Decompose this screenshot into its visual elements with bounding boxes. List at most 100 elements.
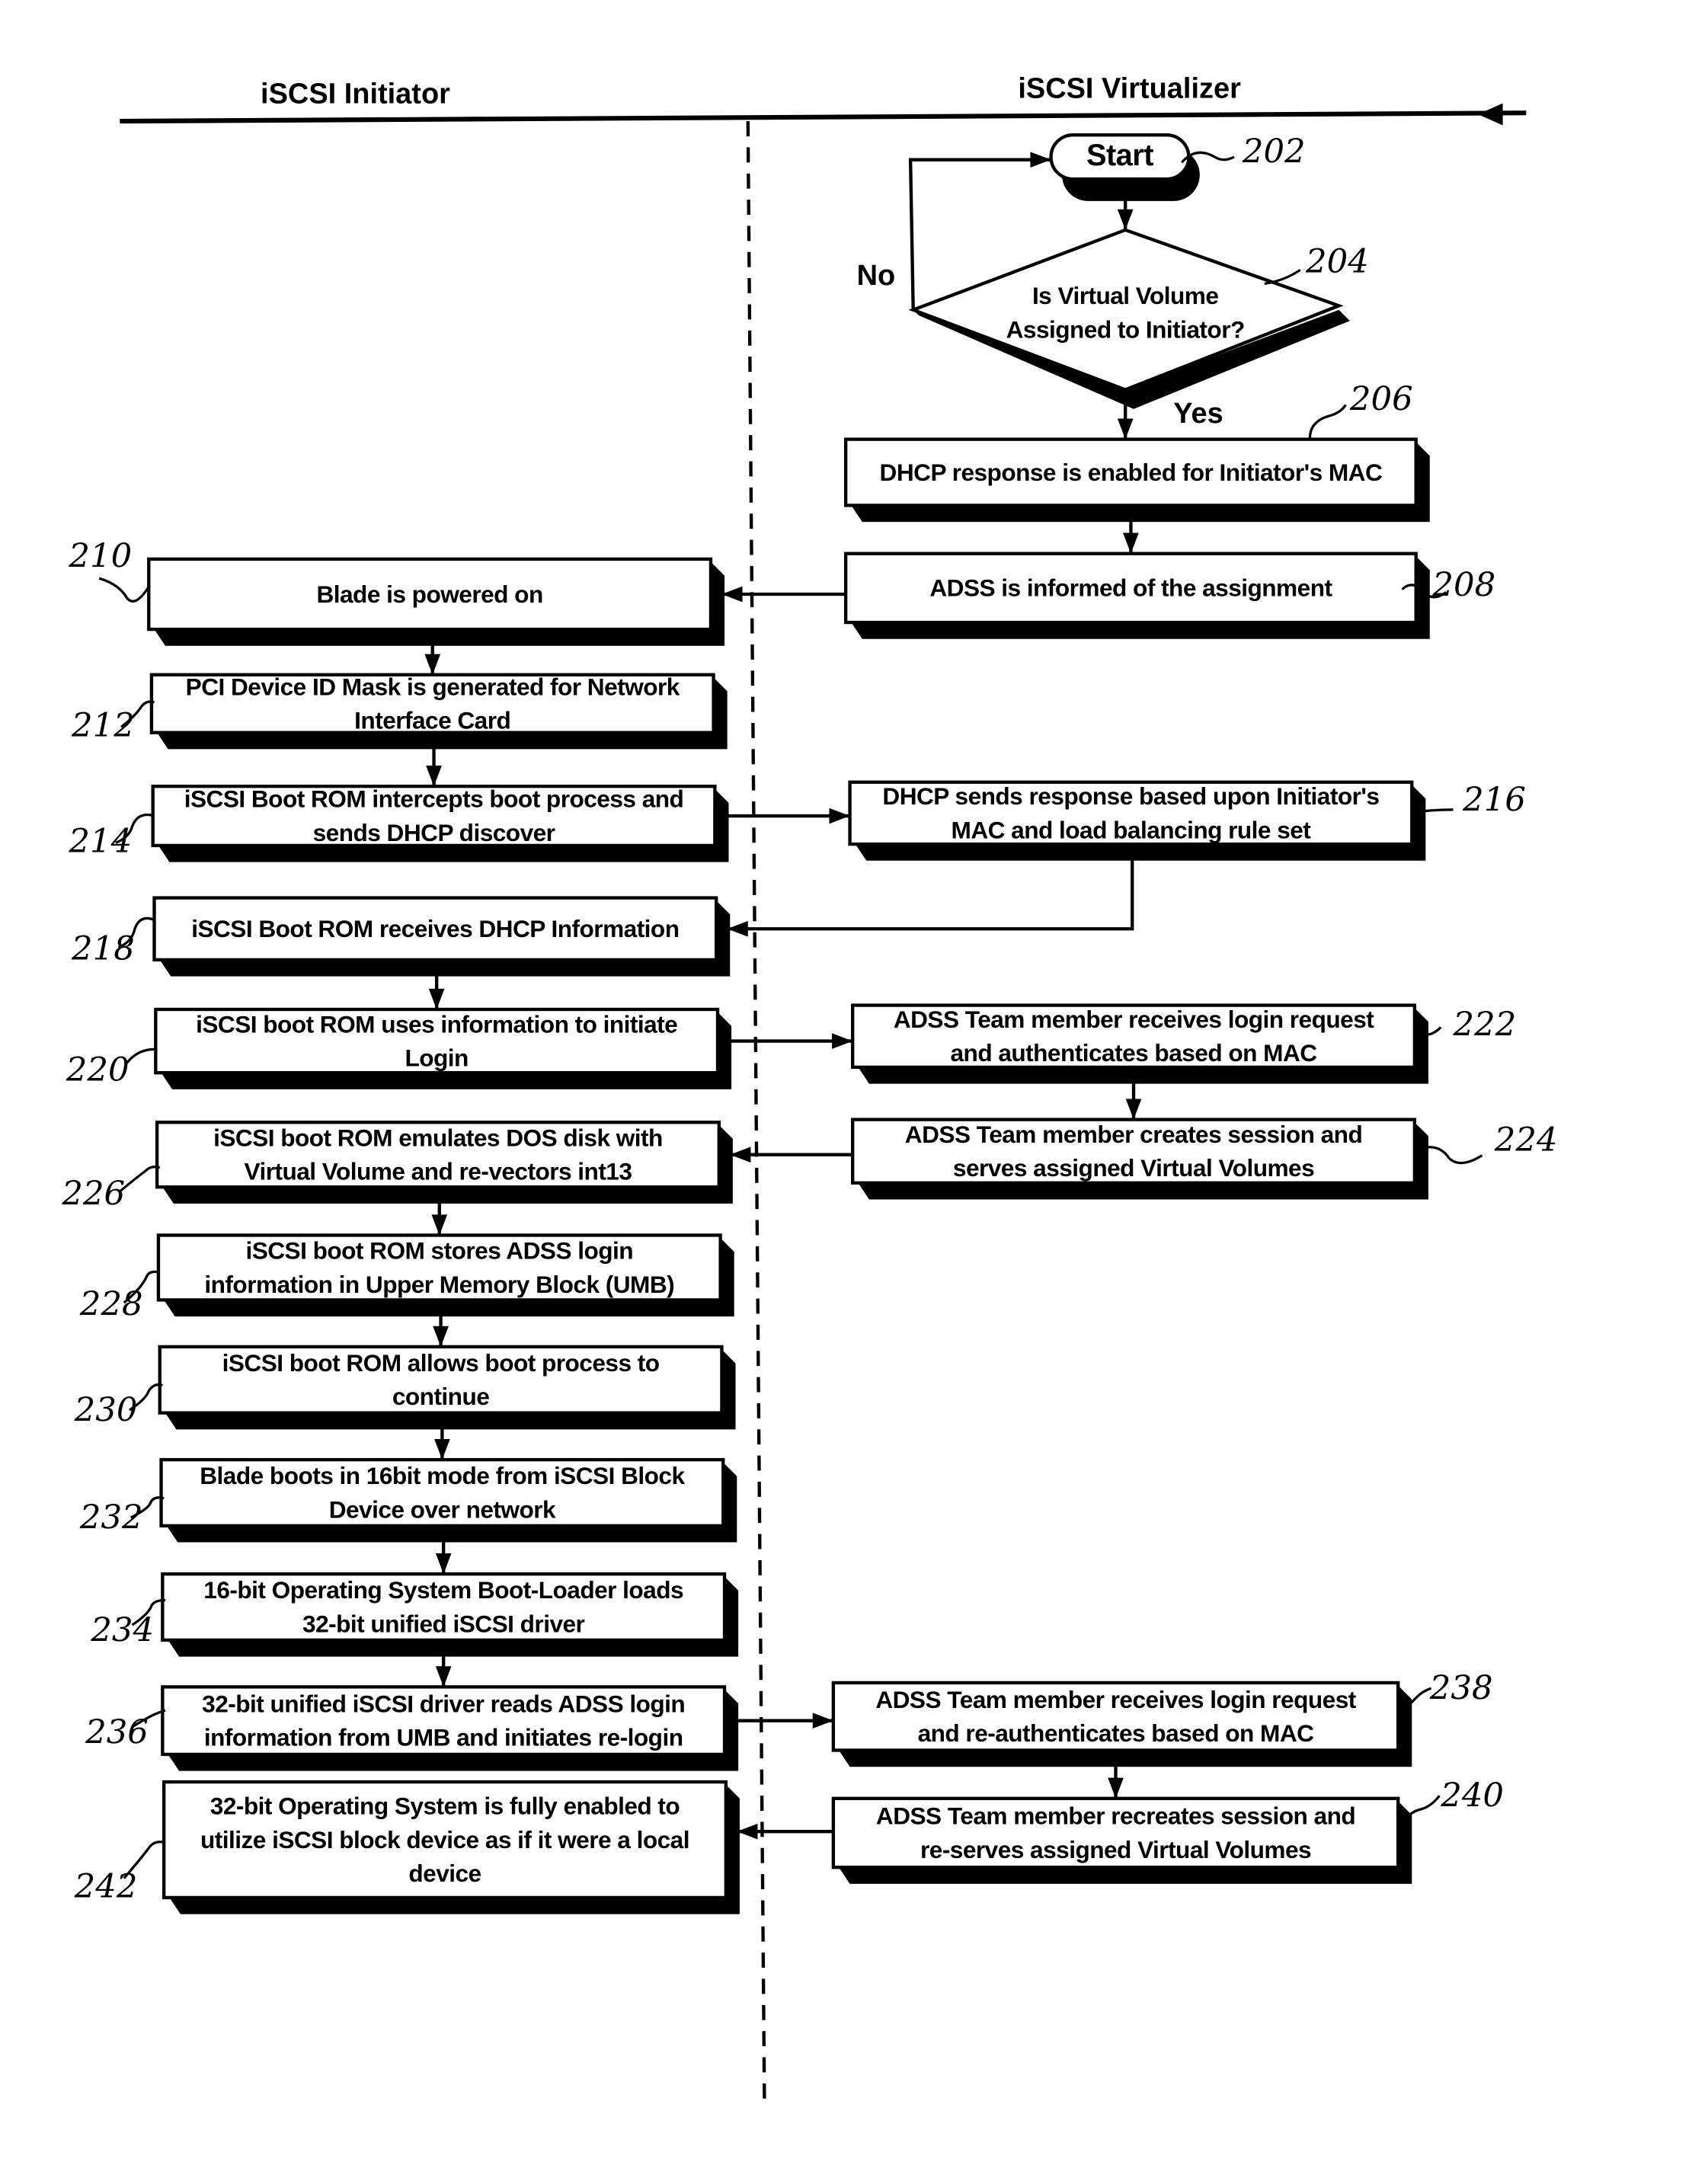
reference-leader-line bbox=[126, 1047, 155, 1064]
arrowhead bbox=[829, 808, 850, 824]
connector-216-to-218 bbox=[727, 858, 1134, 931]
flow-step-212: PCI Device ID Mask is generated for Netw… bbox=[71, 673, 728, 750]
step-216-text-line: MAC and load balancing rule set bbox=[952, 816, 1312, 843]
step-204-text-line: Is Virtual Volume bbox=[1032, 282, 1218, 309]
step-234-text-line: 16-bit Operating System Boot-Loader load… bbox=[203, 1576, 683, 1604]
step-224-text-line: serves assigned Virtual Volumes bbox=[953, 1154, 1314, 1182]
arrowhead bbox=[433, 1326, 449, 1347]
step-226-text-line: Virtual Volume and re-vectors int13 bbox=[245, 1158, 632, 1185]
flow-step-226: iSCSI boot ROM emulates DOS disk with Vir… bbox=[61, 1121, 733, 1214]
step-236-text-line: 32-bit unified iSCSI driver reads ADSS l… bbox=[202, 1690, 685, 1717]
flow-step-228: iSCSI boot ROM stores ADSS login informat… bbox=[79, 1233, 734, 1323]
arrowhead bbox=[1108, 1777, 1124, 1799]
step-234-text-line: 32-bit unified iSCSI driver bbox=[302, 1610, 584, 1638]
step-222-text-line: and authenticates based on MAC bbox=[950, 1039, 1316, 1067]
flow-step-240: ADSS Team member recreates session and re… bbox=[831, 1777, 1504, 1884]
arrowhead bbox=[426, 766, 442, 787]
reference-numeral-234: 234 bbox=[90, 1612, 154, 1650]
flow-step-210: Blade is powered on 210 bbox=[68, 538, 725, 646]
flow-step-222: ADSS Team member receives login request a… bbox=[851, 1003, 1517, 1084]
arrowhead bbox=[424, 654, 441, 675]
step-218-text-line: iSCSI Boot ROM receives DHCP Information bbox=[191, 915, 679, 942]
arrowhead bbox=[1125, 1099, 1142, 1120]
step-230-text-line: iSCSI boot ROM allows boot process to bbox=[222, 1349, 660, 1377]
step-236-text-line: information from UMB and initiates re-lo… bbox=[204, 1724, 683, 1751]
reference-leader-line bbox=[1308, 404, 1347, 438]
step-232-text-line: Blade boots in 16bit mode from iSCSI Blo… bbox=[200, 1462, 685, 1489]
arrowhead bbox=[737, 1823, 758, 1840]
step-212-text-line: Interface Card bbox=[354, 707, 510, 734]
step-230-text-line: continue bbox=[392, 1383, 489, 1410]
reference-numeral-240: 240 bbox=[1440, 1777, 1504, 1815]
flow-step-242: 32-bit Operating System is fully enabled… bbox=[74, 1780, 740, 1914]
lane-header-arrowhead bbox=[1478, 103, 1503, 126]
reference-numeral-204: 204 bbox=[1305, 243, 1369, 281]
arrowhead bbox=[434, 1438, 450, 1460]
step-238-text-line: ADSS Team member receives login request bbox=[875, 1686, 1356, 1713]
arrowhead bbox=[435, 1666, 452, 1687]
step-212-text-line: PCI Device ID Mask is generated for Netw… bbox=[186, 673, 680, 700]
reference-numeral-238: 238 bbox=[1429, 1670, 1493, 1708]
flow-step-214: iSCSI Boot ROM intercepts boot process a… bbox=[68, 784, 729, 862]
reference-numeral-210: 210 bbox=[68, 538, 132, 576]
step-242-text-line: device bbox=[408, 1860, 481, 1887]
step-224-text-line: ADSS Team member creates session and bbox=[905, 1121, 1362, 1148]
reference-numeral-232: 232 bbox=[79, 1498, 143, 1537]
step-240-text-line: ADSS Team member recreates session and bbox=[876, 1802, 1355, 1830]
step-228-text-line: information in Upper Memory Block (UMB) bbox=[204, 1271, 674, 1298]
reference-numeral-226: 226 bbox=[61, 1175, 125, 1214]
step-204-text-line: Assigned to Initiator? bbox=[1006, 315, 1245, 343]
arrowhead bbox=[431, 1214, 448, 1236]
flow-step-202: Start 202 bbox=[1049, 133, 1306, 201]
reference-numeral-228: 228 bbox=[79, 1285, 143, 1323]
lane-title-initiator: iSCSI Initiator bbox=[261, 78, 450, 110]
reference-leader-line bbox=[1264, 268, 1301, 285]
reference-numeral-212: 212 bbox=[71, 707, 135, 745]
reference-numeral-216: 216 bbox=[1462, 782, 1526, 820]
reference-numeral-230: 230 bbox=[74, 1391, 138, 1429]
arrowhead bbox=[812, 1713, 833, 1729]
step-214-text-line: sends DHCP discover bbox=[313, 819, 555, 846]
swimlane-divider bbox=[746, 121, 766, 2107]
flow-step-232: Blade boots in 16bit mode from iSCSI Blo… bbox=[79, 1457, 737, 1543]
flow-step-220: iSCSI boot ROM uses information to initi… bbox=[66, 1007, 732, 1089]
decision-yes-label: Yes bbox=[1173, 398, 1223, 430]
flow-step-236: 32-bit unified iSCSI driver reads ADSS l… bbox=[85, 1685, 739, 1771]
step-242-text-line: utilize iSCSI block device as if it were… bbox=[200, 1826, 689, 1853]
flow-step-204: Is Virtual Volume Assigned to Initiator? 2… bbox=[908, 228, 1369, 409]
arrowhead bbox=[1030, 152, 1051, 168]
reference-numeral-208: 208 bbox=[1431, 567, 1495, 605]
step-220-text-line: Login bbox=[405, 1044, 468, 1072]
flowchart-diagram: iSCSI Initiator iSCSI Virtualizer No Yes… bbox=[61, 72, 1558, 2107]
reference-numeral-222: 222 bbox=[1453, 1006, 1517, 1044]
reference-numeral-242: 242 bbox=[74, 1868, 138, 1906]
arrowhead bbox=[1117, 209, 1134, 230]
step-206-text-line: DHCP response is enabled for Initiator's… bbox=[880, 459, 1383, 486]
node-layer: Start 202 Is Virtual Volume Assigned to Ini… bbox=[61, 133, 1558, 1914]
arrowhead bbox=[435, 1553, 452, 1575]
arrowhead bbox=[1117, 418, 1134, 440]
flow-step-224: ADSS Team member creates session and serv… bbox=[851, 1118, 1558, 1200]
step-208-text-line: ADSS is informed of the assignment bbox=[929, 574, 1332, 602]
arrowhead bbox=[1123, 533, 1139, 554]
step-220-text-line: iSCSI boot ROM uses information to initi… bbox=[196, 1010, 677, 1038]
reference-numeral-220: 220 bbox=[66, 1051, 130, 1089]
reference-numeral-236: 236 bbox=[85, 1713, 149, 1751]
step-232-text-line: Device over network bbox=[329, 1495, 556, 1523]
flow-step-230: iSCSI boot ROM allows boot process to con… bbox=[74, 1345, 736, 1429]
step-202-text-line: Start bbox=[1086, 139, 1153, 172]
arrowhead bbox=[832, 1033, 853, 1049]
decision-diamond bbox=[908, 228, 1344, 392]
arrowhead bbox=[721, 586, 743, 603]
decision-no-label: No bbox=[857, 260, 896, 292]
lane-title-virtualizer: iSCSI Virtualizer bbox=[1018, 72, 1241, 104]
reference-numeral-202: 202 bbox=[1242, 133, 1306, 171]
step-242-text-line: 32-bit Operating System is fully enabled… bbox=[210, 1793, 680, 1820]
arrowhead bbox=[730, 1147, 751, 1163]
reference-numeral-218: 218 bbox=[71, 930, 135, 968]
flow-step-234: 16-bit Operating System Boot-Loader load… bbox=[90, 1572, 739, 1657]
reference-numeral-214: 214 bbox=[68, 823, 132, 861]
step-210-text-line: Blade is powered on bbox=[316, 580, 542, 608]
lane-header-line bbox=[120, 110, 1527, 124]
flow-step-216: DHCP sends response based upon Initiator… bbox=[848, 780, 1526, 861]
